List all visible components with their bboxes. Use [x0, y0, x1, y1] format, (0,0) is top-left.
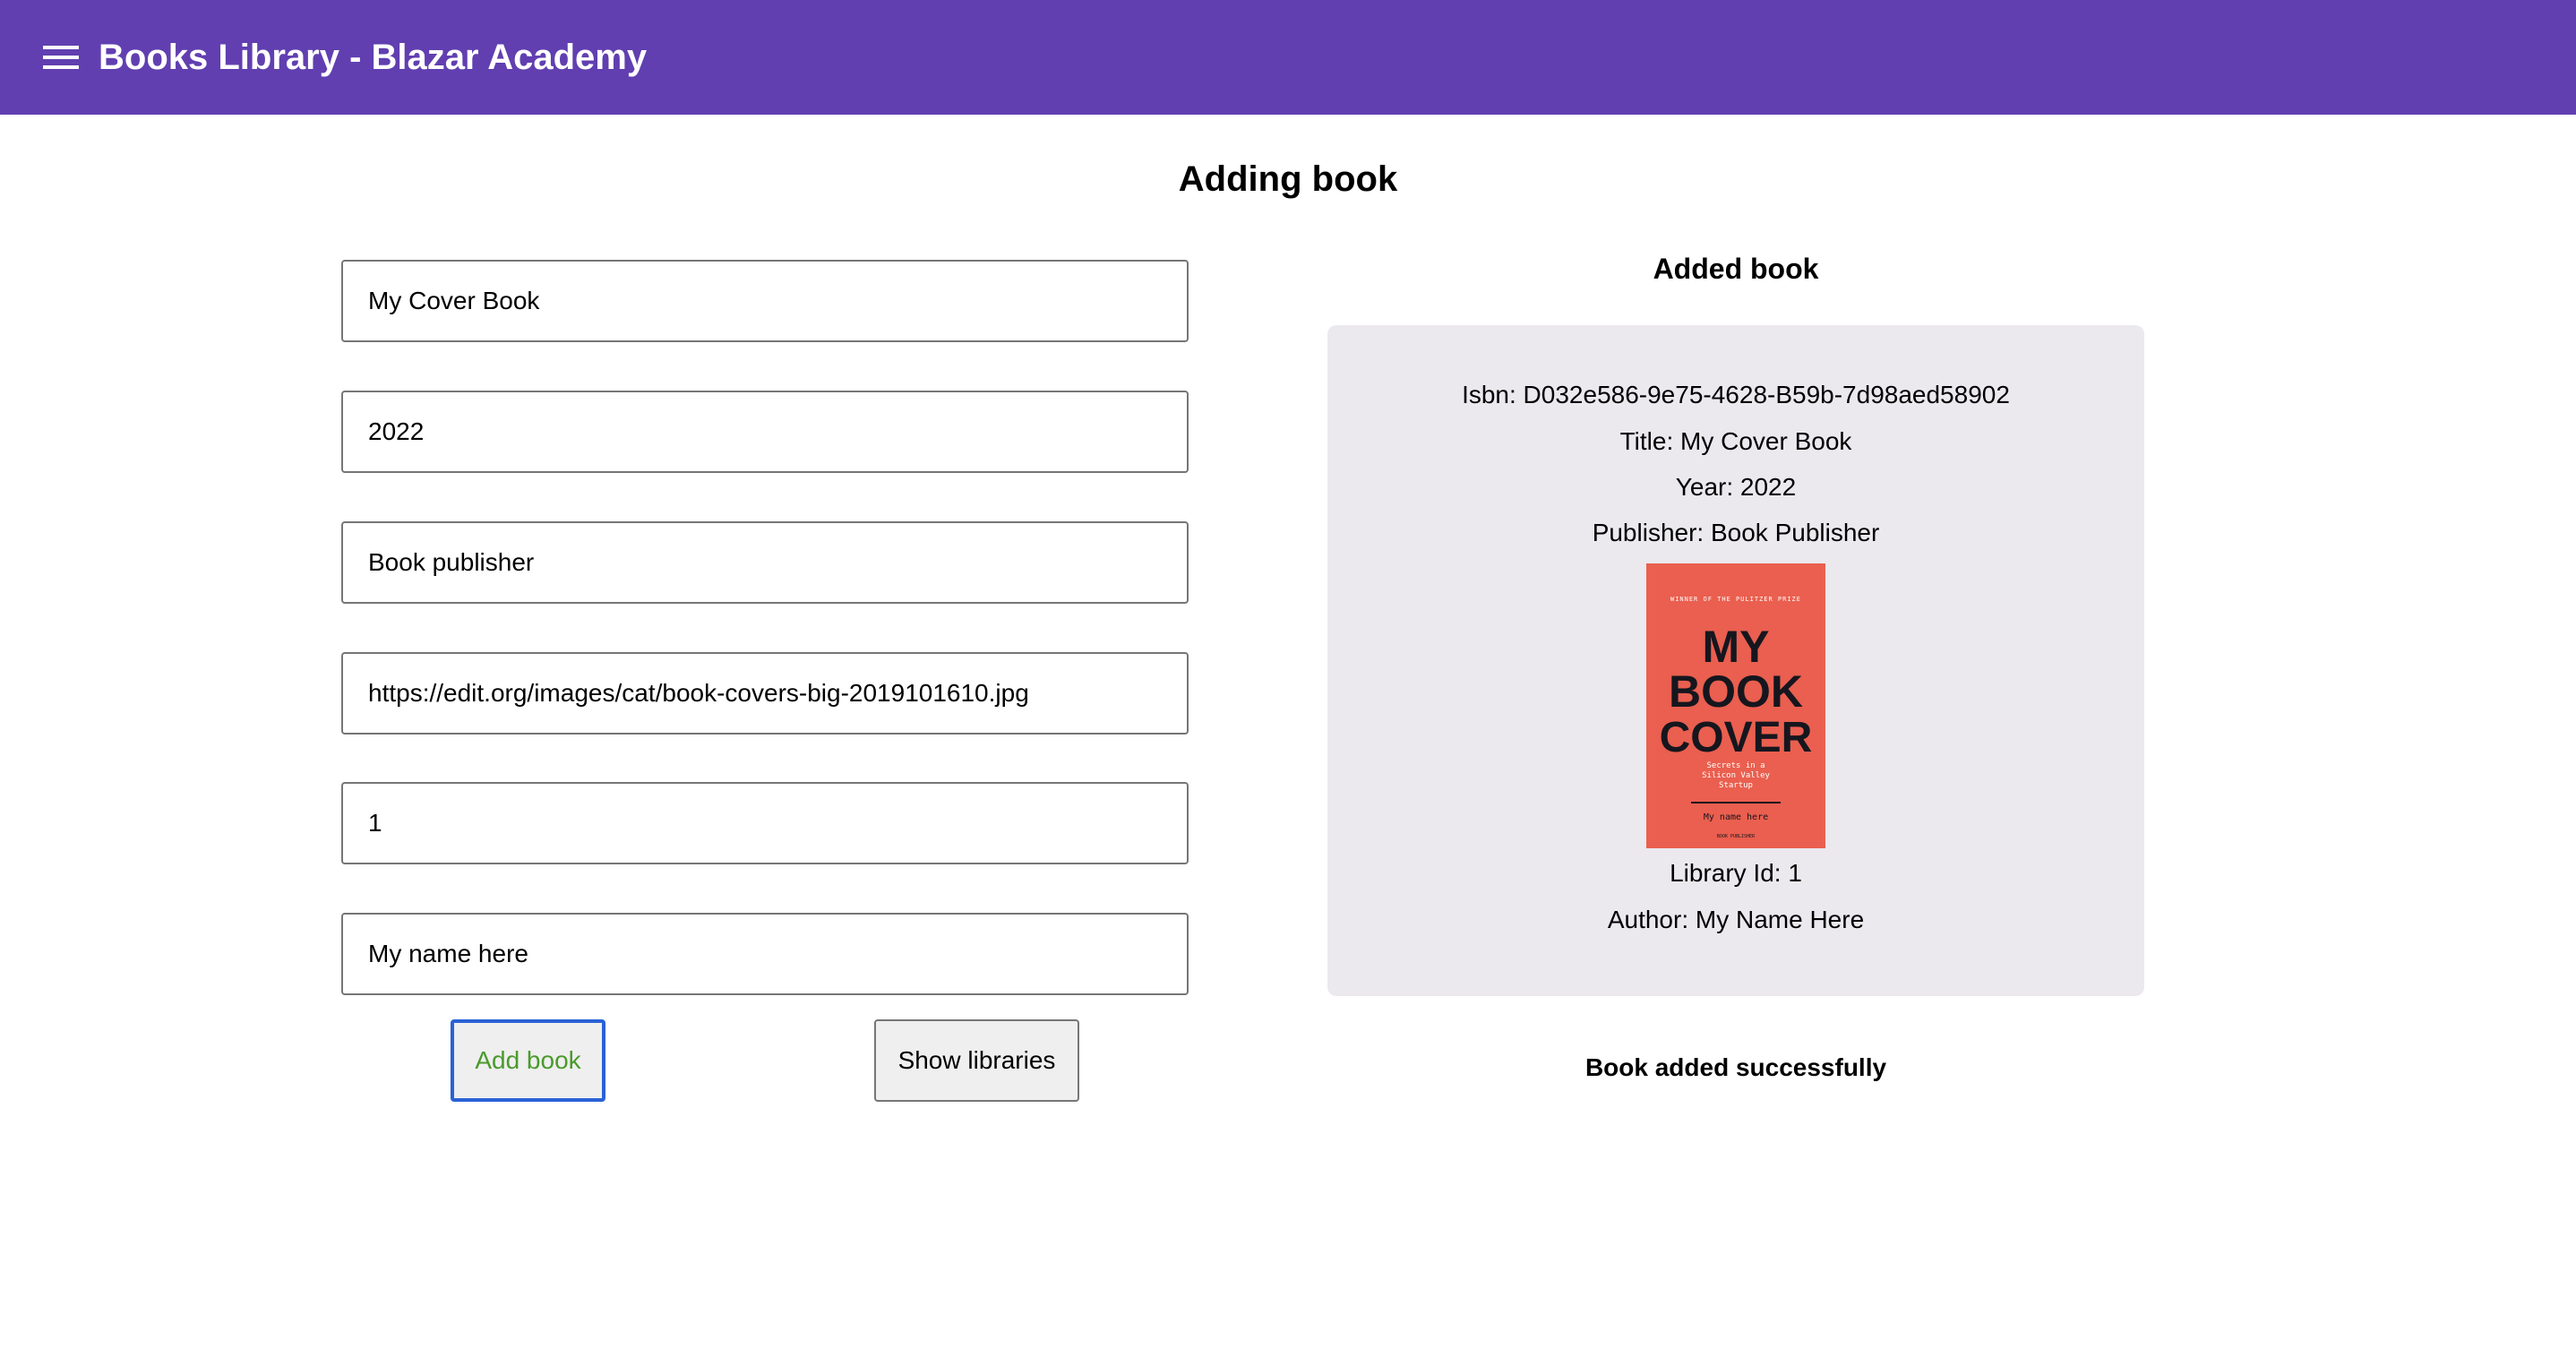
library-id-field[interactable]: [341, 782, 1189, 864]
author-field[interactable]: [341, 913, 1189, 995]
year-field[interactable]: [341, 391, 1189, 473]
add-book-button[interactable]: Add book: [451, 1019, 605, 1102]
cover-url-field[interactable]: [341, 652, 1189, 735]
status-message: Book added successfully: [1584, 1053, 1887, 1081]
show-libraries-button[interactable]: Show libraries: [874, 1019, 1079, 1102]
book-cover-image: WINNER OF THE PULITZER PRIZE MY BOOK COV…: [1646, 563, 1825, 848]
added-book-card: Isbn: D032e586-9e75-4628-B59b-7d98aed589…: [1327, 325, 2144, 996]
cover-author: My name here: [1704, 812, 1768, 822]
book-publisher: Publisher: Book Publisher: [1592, 519, 1880, 546]
cover-divider: [1691, 802, 1781, 803]
book-title: Title: My Cover Book: [1619, 427, 1852, 455]
app-title: Books Library - Blazar Academy: [99, 38, 648, 77]
app-bar: Books Library - Blazar Academy: [0, 0, 2576, 115]
book-author: Author: My Name Here: [1607, 906, 1865, 933]
publisher-field[interactable]: [341, 521, 1189, 604]
book-library-id: Library Id: 1: [1670, 859, 1802, 887]
added-book-heading: Added book: [1653, 253, 1819, 285]
page-title: Adding book: [1178, 159, 1398, 199]
cover-subtitle-line-2: Silicon Valley: [1702, 771, 1770, 780]
cover-bottom-line: BOOK PUBLISHER: [1717, 834, 1756, 839]
book-isbn: Isbn: D032e586-9e75-4628-B59b-7d98aed589…: [1462, 381, 2010, 408]
cover-subtitle-line-1: Secrets in a: [1706, 761, 1765, 770]
cover-title-line-2: BOOK: [1669, 666, 1803, 717]
menu-icon[interactable]: [36, 36, 86, 79]
cover-title-line-1: MY: [1703, 622, 1770, 672]
title-field[interactable]: [341, 260, 1189, 342]
book-year: Year: 2022: [1675, 473, 1797, 501]
cover-subtitle-line-3: Startup: [1719, 781, 1753, 790]
cover-top-line: WINNER OF THE PULITZER PRIZE: [1670, 596, 1801, 603]
cover-title-line-3: COVER: [1660, 714, 1813, 761]
